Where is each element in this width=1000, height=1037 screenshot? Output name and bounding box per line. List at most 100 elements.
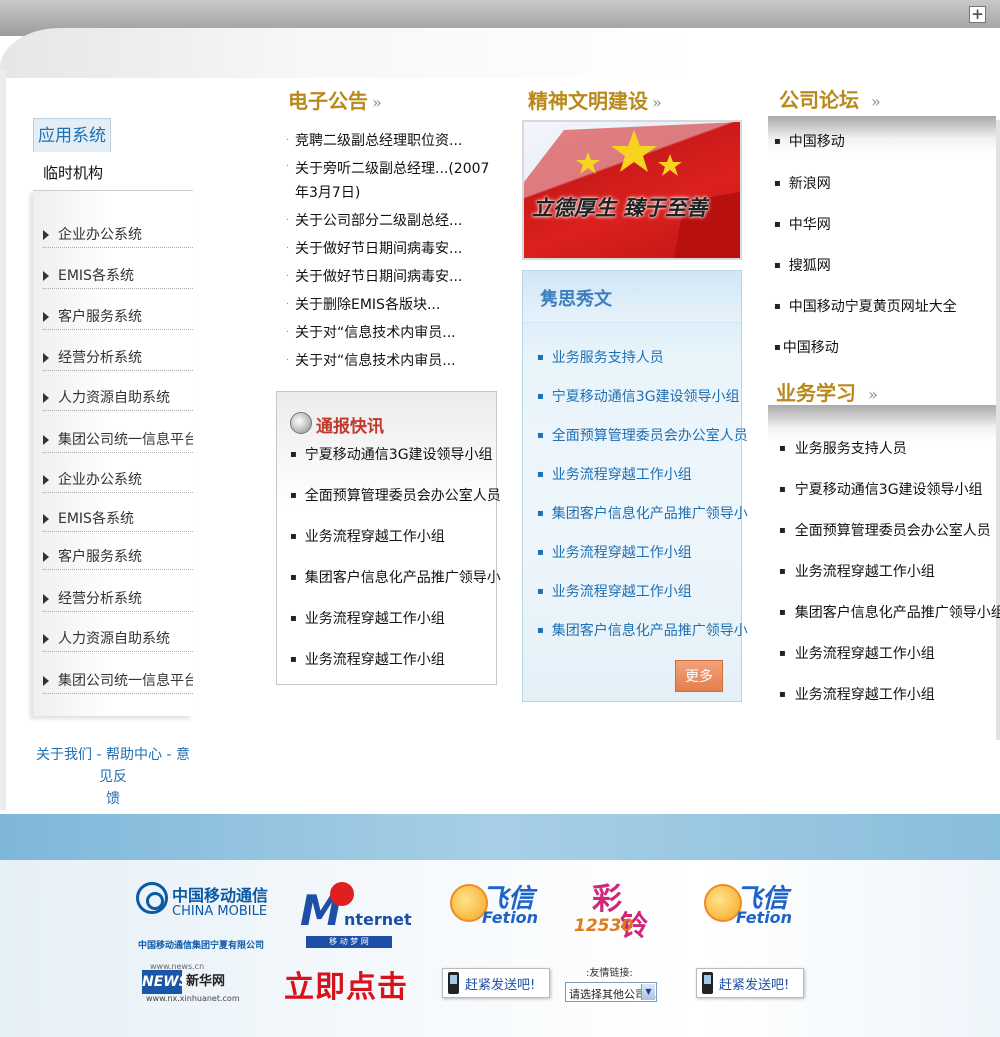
- monternet-cn: 移 动 梦 网: [306, 936, 392, 948]
- forum-title[interactable]: 公司论坛»: [779, 84, 881, 113]
- arrow-right-icon: [43, 594, 49, 604]
- list-item[interactable]: 业务服务支持人员: [537, 347, 737, 367]
- raquo-icon: »: [871, 92, 881, 111]
- bullet-icon: ·: [286, 271, 290, 282]
- list-item[interactable]: 业务流程穿越工作小组: [779, 561, 999, 581]
- sidebar-item[interactable]: EMIS各系统: [43, 265, 193, 289]
- sidebar-item[interactable]: 企业办公系统: [43, 469, 193, 493]
- raquo-icon: »: [372, 93, 382, 112]
- arrow-right-icon: [43, 514, 49, 524]
- list-item[interactable]: 集团客户信息化产品推广领导小: [537, 503, 748, 523]
- sidebar-item[interactable]: 经营分析系统: [43, 588, 193, 612]
- more-button[interactable]: 更多>>: [675, 660, 723, 717]
- sidebar-item[interactable]: 集团公司统一信息平台: [43, 429, 193, 453]
- help-link[interactable]: 帮助中心: [106, 747, 162, 763]
- footer-sep: -: [92, 747, 106, 763]
- list-item[interactable]: · 关于公司部分二级副总经...: [286, 207, 501, 235]
- arrow-right-icon: [43, 271, 49, 281]
- arrow-right-icon: [43, 393, 49, 403]
- list-item[interactable]: 集团客户信息化产品推广领导小: [537, 620, 748, 640]
- sidebar-item[interactable]: EMIS各系统: [43, 508, 193, 532]
- list-item[interactable]: 业务流程穿越工作小组: [537, 542, 737, 562]
- link-item[interactable]: 中国移动: [774, 131, 994, 151]
- send-now-button[interactable]: 赶紧发送吧!: [696, 968, 804, 998]
- list-item[interactable]: · 竞聘二级副总经理职位资...: [286, 127, 501, 155]
- flag-graphic: [524, 122, 740, 258]
- fetion-logo[interactable]: 飞信 Fetion: [704, 878, 794, 938]
- friend-links-select[interactable]: 请选择其他公司... ▼: [565, 982, 657, 1002]
- monternet-text: nternet: [344, 910, 412, 929]
- link-item[interactable]: 中国移动: [774, 337, 994, 357]
- fetion-en: Fetion: [736, 908, 793, 927]
- sidebar-item[interactable]: 集团公司统一信息平台: [43, 670, 193, 694]
- list-item[interactable]: · 关于旁听二级副总经理...(2007年3月7日): [286, 155, 501, 207]
- list-item[interactable]: 业务流程穿越工作小组: [779, 643, 999, 663]
- list-item[interactable]: 全面预算管理委员会办公室人员: [537, 425, 748, 445]
- list-item[interactable]: · 关于对“信息技术内审员...: [286, 347, 501, 375]
- list-item[interactable]: · 关于做好节日期间病毒安...: [286, 235, 501, 263]
- feedback-link-cont[interactable]: 馈: [106, 791, 120, 807]
- caixin-number: 12530: [574, 916, 634, 936]
- list-item[interactable]: 业务流程穿越工作小组: [290, 608, 490, 628]
- click-now-link[interactable]: 立即点击进: [284, 962, 406, 1006]
- sidebar-item[interactable]: 经营分析系统: [43, 347, 193, 371]
- left-edge: [0, 70, 6, 810]
- send-now-button[interactable]: 赶紧发送吧!: [442, 968, 550, 998]
- announce-title[interactable]: 电子公告»: [288, 85, 382, 114]
- caixin-logo[interactable]: 彩 铃 12530: [574, 874, 654, 944]
- list-item[interactable]: · 关于做好节日期间病毒安...: [286, 263, 501, 291]
- list-item[interactable]: 全面预算管理委员会办公室人员: [290, 485, 501, 505]
- spirit-banner-image[interactable]: 立德厚生 臻于至善: [522, 120, 742, 260]
- list-item[interactable]: 业务流程穿越工作小组: [537, 464, 737, 484]
- chevron-down-icon: ▼: [641, 984, 655, 1000]
- fetion-logo[interactable]: 飞信 Fetion: [450, 878, 540, 938]
- circle-icon: [290, 412, 312, 434]
- link-item[interactable]: 中国移动宁夏黄页网址大全: [774, 296, 994, 316]
- sidebar-item[interactable]: 客户服务系统: [43, 306, 193, 330]
- spirit-box-header: 隽思秀文: [523, 271, 741, 323]
- list-item[interactable]: 宁夏移动通信3G建设领导小组: [290, 444, 493, 464]
- top-bar-curve: [0, 28, 1000, 78]
- send-label: 赶紧发送吧!: [719, 978, 790, 993]
- bullet-icon: ·: [286, 161, 290, 172]
- send-label: 赶紧发送吧!: [465, 978, 536, 993]
- bullet-icon: ·: [286, 135, 290, 146]
- xinhua-icon: NEWS: [142, 970, 189, 994]
- list-item[interactable]: 业务流程穿越工作小组: [290, 649, 490, 669]
- link-item[interactable]: 新浪网: [774, 173, 994, 193]
- sidebar-item[interactable]: 人力资源自助系统: [43, 628, 193, 652]
- list-item[interactable]: 集团客户信息化产品推广领导小: [290, 567, 501, 587]
- sidebar-item[interactable]: 企业办公系统: [43, 224, 193, 248]
- bullet-icon: ·: [286, 355, 290, 366]
- list-item[interactable]: · 关于删除EMIS各版块...: [286, 291, 501, 319]
- friend-links-label: :友情链接:: [586, 968, 633, 979]
- china-mobile-en: CHINA MOBILE: [172, 904, 268, 919]
- list-item[interactable]: 宁夏移动通信3G建设领导小组: [779, 479, 999, 499]
- list-item[interactable]: 宁夏移动通信3G建设领导小组: [537, 386, 740, 406]
- list-item[interactable]: 业务流程穿越工作小组: [537, 581, 737, 601]
- link-item[interactable]: 中华网: [774, 214, 994, 234]
- banner-calligraphy: 立德厚生 臻于至善: [532, 195, 708, 220]
- expand-button[interactable]: +: [969, 6, 986, 23]
- spirit-title[interactable]: 精神文明建设»: [528, 85, 662, 114]
- about-link[interactable]: 关于我们: [36, 747, 92, 763]
- link-item[interactable]: 搜狐网: [774, 255, 994, 275]
- sidebar-item[interactable]: 人力资源自助系统: [43, 387, 193, 411]
- china-mobile-logo[interactable]: 中国移动通信 CHINA MOBILE 中国移动通信集团宁夏有限公司: [136, 880, 268, 954]
- arrow-right-icon: [43, 676, 49, 686]
- tab-app-systems[interactable]: 应用系统: [33, 118, 111, 152]
- sidebar-sub-label[interactable]: 临时机构: [43, 162, 103, 183]
- list-item[interactable]: 业务服务支持人员: [779, 438, 999, 458]
- bullet-icon: ·: [286, 327, 290, 338]
- study-title[interactable]: 业务学习»: [776, 377, 878, 406]
- list-item[interactable]: 业务流程穿越工作小组: [290, 526, 490, 546]
- china-mobile-icon: [136, 882, 168, 914]
- xinhua-logo[interactable]: www.news.cn NEWS 新华网 www.nx.xinhuanet.co…: [130, 962, 240, 1003]
- sidebar-item[interactable]: 客户服务系统: [43, 546, 193, 570]
- footer-sep: -: [162, 747, 176, 763]
- list-item[interactable]: · 关于对“信息技术内审员...: [286, 319, 501, 347]
- list-item[interactable]: 业务流程穿越工作小组: [779, 684, 999, 704]
- monternet-logo[interactable]: M nternet 移 动 梦 网: [300, 880, 412, 950]
- list-item[interactable]: 全面预算管理委员会办公室人员: [779, 520, 999, 540]
- list-item[interactable]: 集团客户信息化产品推广领导小组: [779, 602, 1000, 622]
